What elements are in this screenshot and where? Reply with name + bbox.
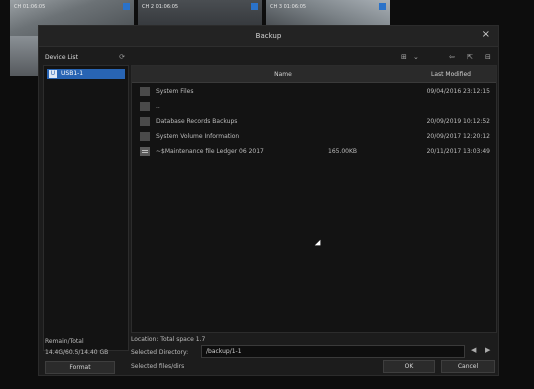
file-name: System Files [156,88,194,95]
folder-icon [140,132,150,141]
file-date: 20/09/2017 12:20:12 [426,133,490,140]
file-name: Database Records Backups [156,118,238,125]
file-date: 20/11/2017 13:03:49 [426,148,490,155]
device-list-label: Device List [45,54,78,61]
camera-caption: CH 2 01:06:05 [142,4,179,10]
file-toolbar: ⊞ ⌄ ⇦ ⇱ ⊟ [393,53,497,63]
table-row[interactable]: .. [132,99,496,114]
camera-badge-icon [379,3,386,10]
close-icon[interactable]: × [482,30,490,40]
camera-tile-partial [10,36,38,76]
selected-directory-field[interactable]: /backup/1-1 [201,345,465,358]
chevron-right-icon[interactable]: ▶ [485,346,490,354]
folder-icon [140,102,150,111]
path-nav: ◀ ▶ [467,346,495,356]
free-space-label: Location: Total space 1.7 [131,336,206,343]
folder-icon [140,87,150,96]
file-date: 20/09/2019 10:12:52 [426,118,490,125]
file-name: ~$Maintenance file Ledger 06 2017 [156,148,264,155]
table-row[interactable]: System Files 09/04/2016 23:12:15 [132,84,496,99]
backup-dialog: Backup × Device List ⟳ U USB1-1 ⊞ ⌄ ⇦ ⇱ … [38,25,499,376]
file-name: .. [156,103,160,110]
column-date-header[interactable]: Last Modified [410,71,492,78]
table-row[interactable]: System Volume Information 20/09/2017 12:… [132,129,496,144]
file-size: 165.00KB [328,148,358,155]
file-icon [140,147,150,156]
folder-icon [140,117,150,126]
device-list: U USB1-1 [43,65,129,351]
selected-directory-value: /backup/1-1 [206,348,242,355]
device-item-usb[interactable]: U USB1-1 [47,69,125,79]
usb-icon: U [49,70,57,78]
back-icon[interactable]: ⇦ [449,53,455,61]
camera-caption: CH 01:06:05 [14,4,46,10]
device-name: USB1-1 [61,70,84,77]
column-name-header[interactable]: Name [228,71,338,78]
file-table: Name Last Modified System Files 09/04/20… [131,65,497,333]
table-row[interactable]: ~$Maintenance file Ledger 06 2017 165.00… [132,144,496,159]
chevron-down-icon[interactable]: ⌄ [413,53,419,61]
dialog-title: Backup [255,32,282,40]
dialog-titlebar: Backup × [39,26,498,47]
remain-total-label: Remain/Total [45,338,84,345]
camera-badge-icon [123,3,130,10]
file-table-header: Name Last Modified [132,66,496,83]
camera-badge-icon [251,3,258,10]
delete-icon[interactable]: ⊟ [485,53,491,61]
selected-files-label: Selected files/dirs [131,363,185,370]
format-button[interactable]: Format [45,361,115,374]
file-date: 09/04/2016 23:12:15 [426,88,490,95]
chevron-left-icon[interactable]: ◀ [471,346,476,354]
cancel-button[interactable]: Cancel [441,360,495,373]
ok-button[interactable]: OK [383,360,435,373]
remain-total-value: 14.4G/60.5/14.40 GB [45,349,109,356]
file-name: System Volume Information [156,133,240,140]
refresh-icon[interactable]: ⟳ [119,53,125,61]
table-row[interactable]: Database Records Backups 20/09/2019 10:1… [132,114,496,129]
view-mode-icon[interactable]: ⊞ [401,53,407,61]
camera-caption: CH 3 01:06:05 [270,4,307,10]
device-list-header: Device List ⟳ [43,53,127,62]
selected-directory-label: Selected Directory: [131,349,189,356]
up-folder-icon[interactable]: ⇱ [467,53,473,61]
